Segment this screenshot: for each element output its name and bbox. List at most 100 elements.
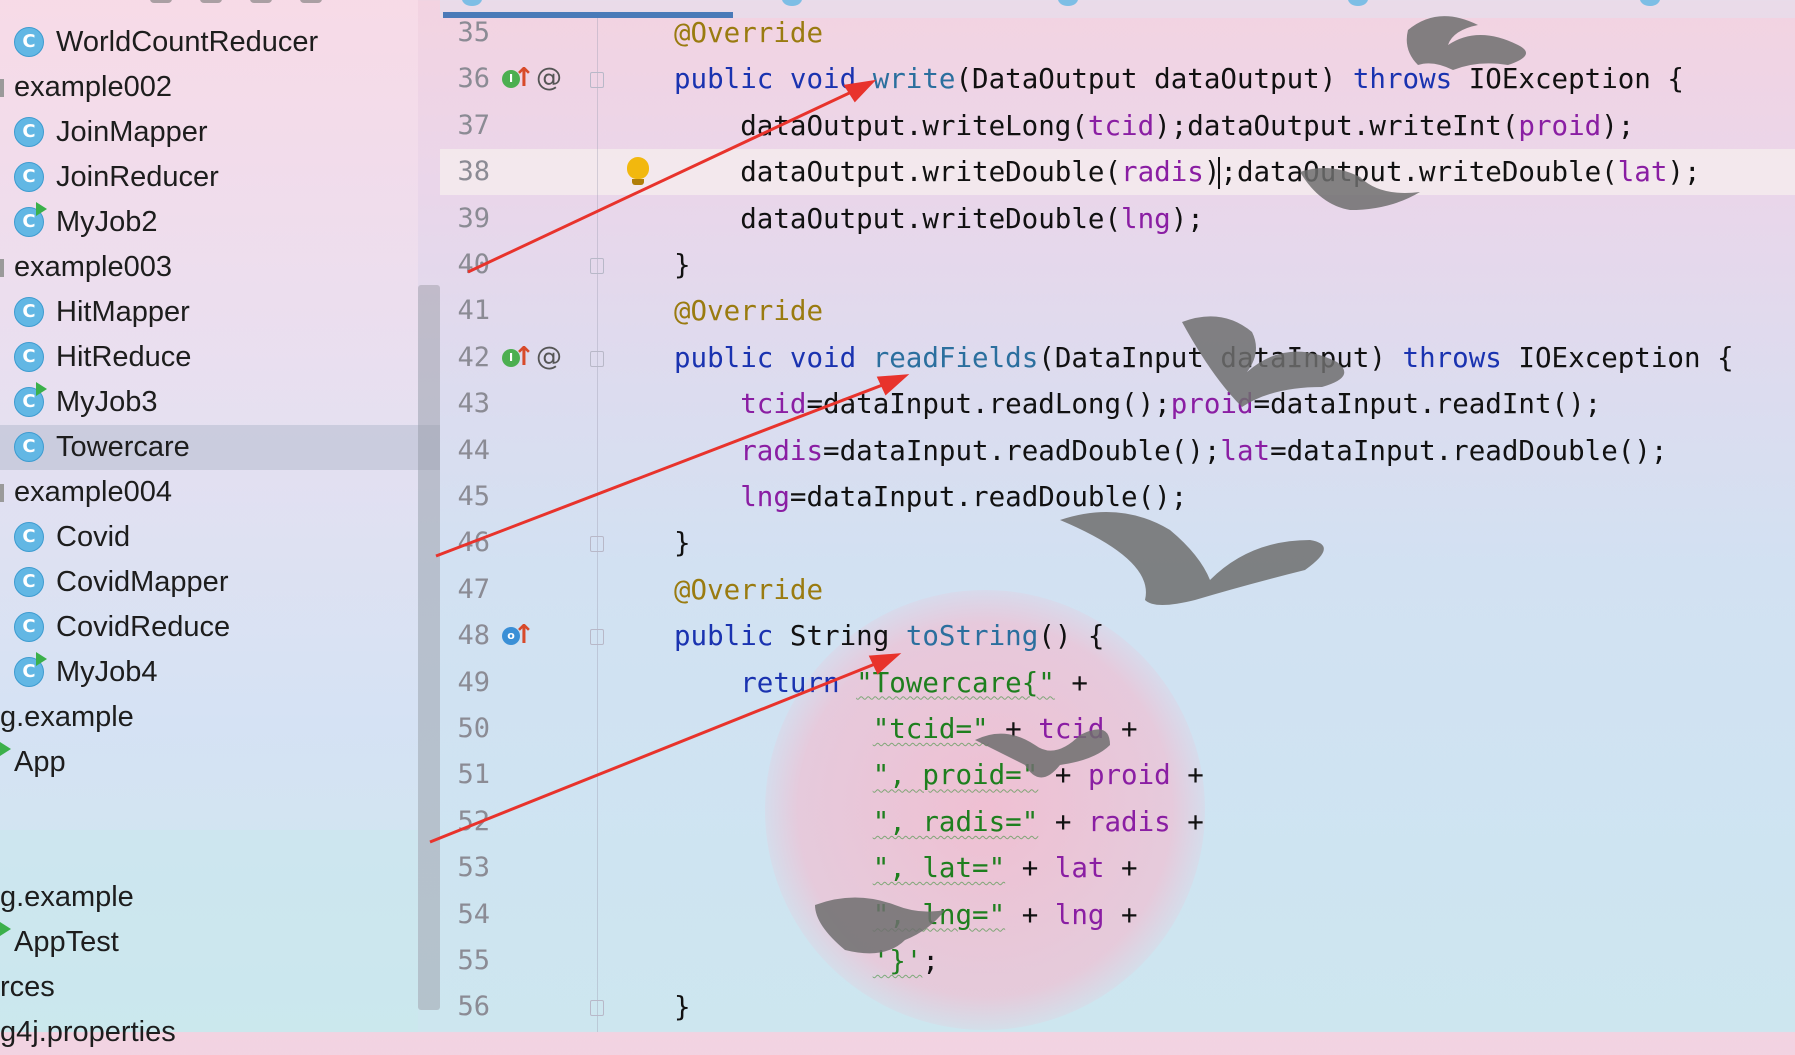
- code-line[interactable]: dataOutput.writeLong(tcid);dataOutput.wr…: [674, 103, 1634, 149]
- tree-item[interactable]: C MyJob4: [0, 650, 440, 695]
- fold-toggle-icon[interactable]: [590, 629, 604, 646]
- toolbar-icon[interactable]: [200, 0, 222, 3]
- code-line[interactable]: public String toString() {: [674, 613, 1105, 659]
- code-token: public void: [674, 63, 873, 96]
- line-number: 47: [457, 573, 490, 605]
- tree-item[interactable]: C HitReduce: [0, 335, 440, 380]
- tree-item[interactable]: example002: [0, 65, 440, 110]
- code-token: );dataOutput.writeInt(: [1154, 109, 1519, 142]
- code-line[interactable]: }: [674, 984, 691, 1030]
- code-line[interactable]: '}';: [674, 938, 939, 984]
- tree-item[interactable]: rces: [0, 965, 440, 1010]
- line-number: 50: [457, 713, 490, 744]
- code-line[interactable]: "tcid=" + tcid +: [674, 706, 1138, 752]
- tree-item[interactable]: C MyJob2: [0, 200, 440, 245]
- code-token: +: [1170, 805, 1204, 838]
- code-token: lat: [1054, 852, 1105, 885]
- java-class-icon: C: [14, 612, 44, 642]
- code-line[interactable]: ", radis=" + radis +: [674, 799, 1204, 845]
- code-token: );dataOutput.writeDouble(: [1203, 156, 1618, 189]
- code-line[interactable]: lng=dataInput.readDouble();: [674, 474, 1187, 520]
- line-number: 48: [457, 620, 490, 652]
- gutter-divider: [597, 18, 598, 1032]
- toolbar-icon[interactable]: [300, 0, 322, 3]
- tree-item[interactable]: C Towercare: [0, 425, 440, 470]
- intention-bulb-icon[interactable]: [627, 157, 649, 180]
- code-line[interactable]: ", lat=" + lat +: [674, 845, 1138, 891]
- code-line[interactable]: ", proid=" + proid +: [674, 752, 1204, 798]
- tab-file-icon[interactable]: [1348, 0, 1368, 6]
- tree-item[interactable]: C JoinMapper: [0, 110, 440, 155]
- tree-item[interactable]: g.example: [0, 875, 440, 920]
- code-line[interactable]: @Override: [674, 288, 823, 334]
- tree-item[interactable]: g4j.properties: [0, 1010, 440, 1055]
- tree-item-label: g4j.properties: [0, 1016, 176, 1048]
- tree-item[interactable]: g.example: [0, 695, 440, 740]
- annotation-icon[interactable]: @: [536, 65, 562, 91]
- code-token: );: [1667, 156, 1701, 189]
- code-token: ", radis=": [872, 805, 1039, 838]
- java-class-icon: C: [14, 27, 44, 57]
- fold-toggle-icon[interactable]: [590, 536, 604, 553]
- go-to-super-icon[interactable]: ↑: [513, 65, 535, 91]
- tree-item[interactable]: example003: [0, 245, 440, 290]
- code-line[interactable]: public void write(DataOutput dataOutput)…: [674, 56, 1684, 102]
- code-token: radis: [1087, 805, 1171, 838]
- code-token: '}': [872, 945, 923, 977]
- tree-item-label: CovidReduce: [56, 611, 231, 643]
- tab-file-icon[interactable]: [1640, 0, 1660, 6]
- code-line[interactable]: public void readFields(DataInput dataInp…: [674, 335, 1734, 381]
- tree-item[interactable]: C MyJob3: [0, 380, 440, 425]
- code-token: +: [1038, 805, 1088, 838]
- toolbar-icon[interactable]: [150, 0, 172, 3]
- tree-item[interactable]: App: [0, 740, 440, 785]
- tree-item[interactable]: C HitMapper: [0, 290, 440, 335]
- code-line[interactable]: @Override: [674, 567, 823, 613]
- code-line[interactable]: ", lng=" + lng +: [674, 892, 1138, 938]
- tree-item-label: HitMapper: [56, 296, 190, 328]
- code-token: proid: [1170, 388, 1254, 421]
- code-token: "Towercare{": [856, 666, 1055, 699]
- code-token: dataOutput.writeLong(: [674, 109, 1088, 142]
- code-token: @Override: [674, 573, 824, 606]
- run-config-icon: [36, 382, 47, 396]
- code-line[interactable]: radis=dataInput.readDouble();lat=dataInp…: [674, 428, 1667, 474]
- fold-toggle-icon[interactable]: [590, 258, 604, 274]
- package-folder-icon: [0, 79, 4, 97]
- tree-item-label: AppTest: [14, 926, 119, 958]
- tree-item[interactable]: C JoinReducer: [0, 155, 440, 200]
- tree-item-label: HitReduce: [56, 341, 192, 373]
- annotation-icon[interactable]: @: [536, 344, 562, 370]
- code-line[interactable]: tcid=dataInput.readLong();proid=dataInpu…: [674, 381, 1601, 427]
- code-line[interactable]: @Override: [674, 10, 823, 56]
- tree-scrollbar[interactable]: [418, 285, 440, 1010]
- code-line[interactable]: }: [674, 520, 691, 566]
- bird-icon: [1060, 512, 1324, 605]
- tab-file-icon[interactable]: [462, 0, 482, 6]
- code-token: proid: [1518, 109, 1602, 142]
- line-number: 53: [457, 852, 490, 884]
- fold-toggle-icon[interactable]: [590, 1000, 604, 1017]
- tree-item[interactable]: AppTest: [0, 920, 440, 965]
- tree-item[interactable]: C Covid: [0, 515, 440, 560]
- tree-item[interactable]: example004: [0, 470, 440, 515]
- toolbar-icon[interactable]: [250, 0, 272, 3]
- run-config-icon: [36, 202, 47, 216]
- fold-toggle-icon[interactable]: [590, 350, 604, 367]
- tree-item-label: MyJob3: [56, 386, 158, 418]
- java-class-icon: C: [14, 342, 44, 372]
- fold-toggle-icon[interactable]: [590, 72, 604, 89]
- go-to-super-icon[interactable]: ↑: [513, 622, 535, 648]
- tab-file-icon[interactable]: [1058, 0, 1078, 6]
- tab-file-icon[interactable]: [782, 0, 802, 6]
- tree-item[interactable]: C CovidMapper: [0, 560, 440, 605]
- code-line[interactable]: return "Towercare{" +: [674, 660, 1088, 706]
- tree-item[interactable]: C CovidReduce: [0, 605, 440, 650]
- code-line[interactable]: }: [674, 242, 691, 288]
- tree-item[interactable]: C WorldCountReducer: [0, 20, 440, 65]
- code-line[interactable]: dataOutput.writeDouble(lng);: [674, 196, 1204, 242]
- code-line[interactable]: dataOutput.writeDouble(radis);dataOutput…: [674, 149, 1701, 195]
- go-to-super-icon[interactable]: ↑: [513, 344, 535, 370]
